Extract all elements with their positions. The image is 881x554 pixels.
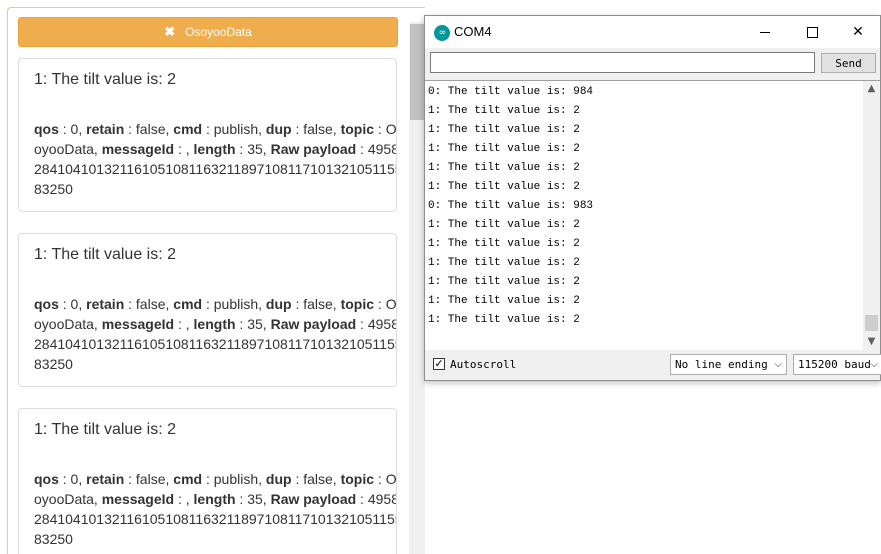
message-details: qos : 0, retain : false, cmd : publish, … — [34, 294, 396, 374]
qos-label: qos — [34, 121, 59, 137]
autoscroll-label: Autoscroll — [450, 358, 517, 371]
qos-value: : 0, — [58, 121, 87, 137]
output-scrollbar-thumb[interactable] — [865, 315, 878, 331]
output-line: 0: The tilt value is: 984 — [428, 86, 594, 98]
chevron-down-icon[interactable]: ▼ — [863, 334, 880, 350]
baud-rate-value: 115200 baud — [798, 358, 871, 371]
output-line: 1: The tilt value is: 2 — [428, 276, 580, 288]
length-value: : 35, — [235, 316, 271, 332]
retain-label: retain — [86, 296, 125, 312]
window-title: COM4 — [454, 24, 492, 39]
autoscroll-checkbox[interactable]: ✓ — [433, 358, 445, 370]
message-details: qos : 0, retain : false, cmd : publish, … — [34, 119, 396, 199]
retain-value: : false, — [124, 121, 174, 137]
line-ending-value: No line ending — [675, 358, 768, 371]
qos-value: : 0, — [58, 471, 87, 487]
message-card: 1: The tilt value is: 2 qos : 0, retain … — [18, 58, 397, 212]
osoyoodata-topic-button[interactable]: ✖ OsoyooData — [18, 17, 398, 47]
panel-scrollbar-thumb[interactable] — [410, 24, 424, 120]
output-line: 1: The tilt value is: 2 — [428, 314, 580, 326]
retain-value: : false, — [124, 296, 174, 312]
title-bar[interactable]: ∞ COM4 ✕ — [425, 16, 880, 48]
chevron-down-icon: ⌵ — [774, 359, 782, 370]
message-card: 1: The tilt value is: 2 qos : 0, retain … — [18, 233, 397, 387]
output-line: 1: The tilt value is: 2 — [428, 295, 580, 307]
serial-monitor-window: ∞ COM4 ✕ Send 0: The tilt value is: 984 … — [424, 15, 881, 381]
output-line: 1: The tilt value is: 2 — [428, 162, 580, 174]
output-line: 1: The tilt value is: 2 — [428, 257, 580, 269]
cmd-label: cmd — [173, 296, 203, 312]
messageid-label: messageId — [101, 141, 175, 157]
payload-label: Raw payload — [270, 141, 357, 157]
topic-button-label: OsoyooData — [185, 25, 252, 39]
payload-label: Raw payload — [270, 491, 357, 507]
dup-value: : false, — [291, 296, 341, 312]
dup-label: dup — [265, 296, 292, 312]
qos-label: qos — [34, 296, 59, 312]
messageid-value: : , — [174, 491, 194, 507]
length-value: : 35, — [235, 141, 271, 157]
messageid-value: : , — [174, 141, 194, 157]
message-card: 1: The tilt value is: 2 qos : 0, retain … — [18, 408, 397, 554]
qos-label: qos — [34, 471, 59, 487]
dup-label: dup — [265, 121, 292, 137]
close-icon[interactable]: ✖ — [164, 24, 175, 40]
output-line: 1: The tilt value is: 2 — [428, 143, 580, 155]
qos-value: : 0, — [58, 296, 87, 312]
arduino-icon: ∞ — [434, 25, 450, 41]
length-label: length — [193, 141, 236, 157]
send-button[interactable]: Send — [821, 53, 876, 73]
cmd-label: cmd — [173, 471, 203, 487]
cmd-value: : publish, — [202, 471, 266, 487]
serial-send-input[interactable] — [430, 52, 815, 73]
output-line: 1: The tilt value is: 2 — [428, 124, 580, 136]
messageid-value: : , — [174, 316, 194, 332]
retain-label: retain — [86, 471, 125, 487]
message-title: 1: The tilt value is: 2 — [34, 71, 176, 88]
payload-label: Raw payload — [270, 316, 357, 332]
chevron-down-icon: ⌵ — [870, 359, 878, 370]
length-value: : 35, — [235, 491, 271, 507]
mqtt-messages-panel: ✖ OsoyooData 1: The tilt value is: 2 qos… — [0, 0, 425, 554]
output-line: 1: The tilt value is: 2 — [428, 219, 580, 231]
dup-label: dup — [265, 471, 292, 487]
maximize-icon — [806, 26, 818, 38]
message-details: qos : 0, retain : false, cmd : publish, … — [34, 469, 396, 549]
baud-rate-select[interactable]: 115200 baud ⌵ — [793, 354, 881, 375]
length-label: length — [193, 491, 236, 507]
dup-value: : false, — [291, 121, 341, 137]
serial-output[interactable]: 0: The tilt value is: 984 1: The tilt va… — [425, 80, 880, 351]
maximize-button[interactable] — [789, 16, 835, 48]
message-title: 1: The tilt value is: 2 — [34, 246, 176, 263]
messageid-label: messageId — [101, 316, 175, 332]
chevron-up-icon[interactable]: ▲ — [863, 81, 880, 97]
topic-label: topic — [340, 296, 375, 312]
output-scrollbar[interactable] — [863, 81, 880, 350]
output-line: 0: The tilt value is: 983 — [428, 200, 594, 212]
cmd-value: : publish, — [202, 296, 266, 312]
line-ending-select[interactable]: No line ending ⌵ — [670, 354, 787, 375]
output-line: 1: The tilt value is: 2 — [428, 238, 580, 250]
bottom-toolbar: ✓ Autoscroll No line ending ⌵ 115200 bau… — [425, 350, 881, 380]
messageid-label: messageId — [101, 491, 175, 507]
retain-value: : false, — [124, 471, 174, 487]
topic-label: topic — [340, 121, 375, 137]
close-icon: ✕ — [852, 24, 864, 40]
minimize-button[interactable] — [742, 16, 788, 48]
dup-value: : false, — [291, 471, 341, 487]
output-line: 1: The tilt value is: 2 — [428, 105, 580, 117]
topic-label: topic — [340, 471, 375, 487]
minimize-icon — [760, 31, 770, 33]
retain-label: retain — [86, 121, 125, 137]
cmd-value: : publish, — [202, 121, 266, 137]
length-label: length — [193, 316, 236, 332]
output-line: 1: The tilt value is: 2 — [428, 181, 580, 193]
message-title: 1: The tilt value is: 2 — [34, 421, 176, 438]
cmd-label: cmd — [173, 121, 203, 137]
close-window-button[interactable]: ✕ — [835, 16, 881, 48]
checkmark-icon: ✓ — [434, 357, 444, 370]
